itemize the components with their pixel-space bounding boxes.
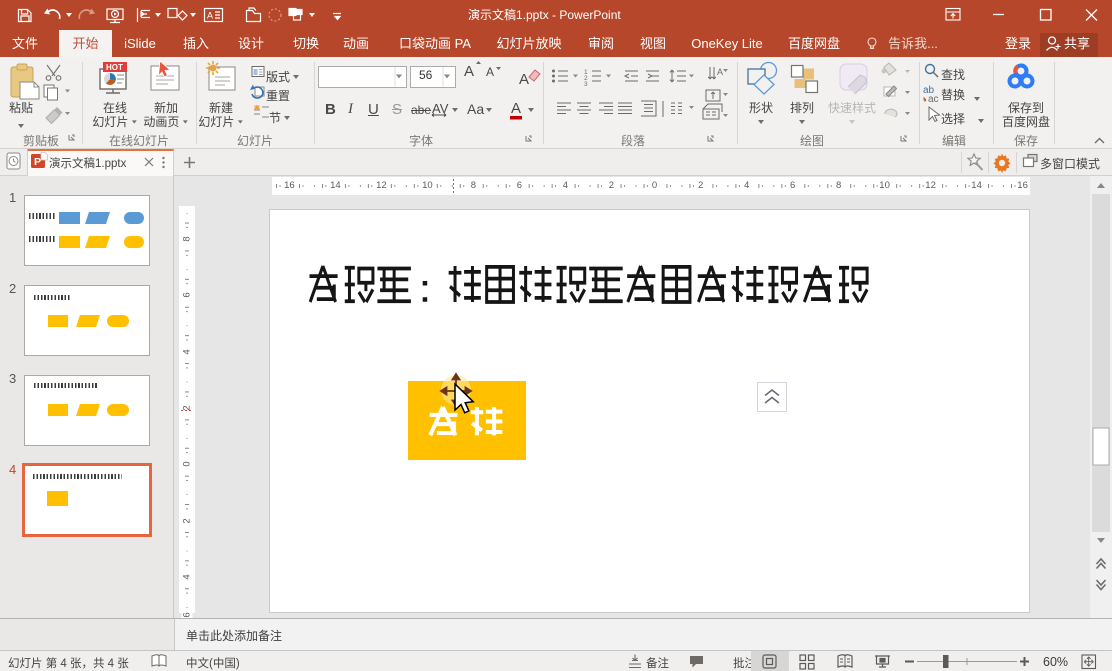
svg-text:P: P [34, 156, 41, 168]
svg-text:3: 3 [584, 81, 588, 88]
svg-text:HOT: HOT [106, 63, 123, 72]
svg-text:A: A [717, 67, 723, 77]
svg-text:A: A [207, 11, 213, 21]
svg-text:A: A [519, 71, 529, 88]
svg-text:ac: ac [928, 94, 939, 105]
